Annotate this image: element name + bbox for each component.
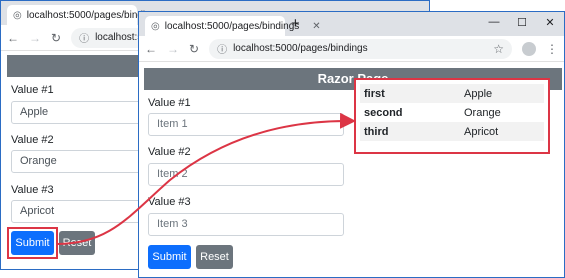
navigation-bar: ← → ↻ ⓘ localhost:5000/pages/bindings ☆ …: [139, 36, 564, 62]
reset-button[interactable]: Reset: [59, 231, 95, 255]
result-key: third: [360, 122, 460, 141]
result-key: second: [364, 106, 403, 119]
maximize-icon[interactable]: ☐: [508, 16, 536, 29]
table-row: third Apricot: [360, 122, 544, 141]
forward-arrow-icon[interactable]: →: [29, 31, 41, 45]
table-row: second Orange: [360, 103, 544, 122]
value-1-label: Value #1: [11, 84, 54, 96]
forward-arrow-icon[interactable]: →: [167, 42, 179, 56]
new-tab-button[interactable]: +: [291, 15, 300, 32]
window-controls: — ☐ ✕: [480, 16, 564, 29]
value-2-label: Value #2: [148, 146, 191, 158]
minimize-icon[interactable]: —: [480, 16, 508, 29]
results-table-highlight: first Apple second Orange third Apricot: [354, 78, 550, 154]
table-row: first Apple: [360, 84, 544, 103]
submit-highlight-box: [7, 227, 58, 259]
result-key: first: [360, 84, 460, 103]
value-3-input[interactable]: Item 3: [148, 213, 344, 236]
address-bar[interactable]: ⓘ localhost:5000/pages/bindings ☆: [209, 38, 512, 59]
reset-button[interactable]: Reset: [196, 245, 233, 269]
value-3-label: Value #3: [148, 196, 191, 208]
value-2-label: Value #2: [11, 134, 54, 146]
info-icon: ⓘ: [79, 34, 90, 45]
tab-bar: ◎ localhost:5000/pages/bindings ✕ + — ☐ …: [139, 12, 564, 36]
globe-icon: ◎: [13, 9, 22, 21]
result-value: Orange: [464, 106, 501, 119]
browser-tab[interactable]: ◎ localhost:5000/pages/bindings ✕: [145, 16, 321, 36]
info-icon: ⓘ: [217, 45, 228, 56]
profile-avatar[interactable]: [522, 41, 536, 56]
results-table: first Apple second Orange third Apricot: [360, 84, 544, 141]
tab-title: localhost:5000/pages/bindings: [164, 20, 300, 32]
back-arrow-icon[interactable]: ←: [7, 31, 19, 45]
browser-tab[interactable]: ◎ localhost:5000/pages/bindings: [7, 5, 161, 25]
submit-button[interactable]: Submit: [148, 245, 191, 269]
result-value: Apple: [460, 84, 544, 103]
value-1-input[interactable]: Item 1: [148, 113, 344, 136]
bookmark-star-icon[interactable]: ☆: [493, 42, 504, 56]
reload-icon[interactable]: ↻: [189, 42, 199, 56]
close-tab-icon[interactable]: ✕: [312, 21, 320, 32]
front-browser-window: ◎ localhost:5000/pages/bindings ✕ + — ☐ …: [138, 11, 565, 278]
back-arrow-icon[interactable]: ←: [145, 42, 157, 56]
menu-icon[interactable]: ⋮: [546, 42, 558, 56]
close-icon[interactable]: ✕: [536, 16, 564, 29]
value-3-label: Value #3: [11, 184, 54, 196]
globe-icon: ◎: [151, 20, 160, 32]
reload-icon[interactable]: ↻: [51, 31, 61, 45]
address-url: localhost:5000/pages/bindings: [233, 43, 368, 54]
value-2-input[interactable]: Item 2: [148, 163, 344, 186]
result-value: Apricot: [460, 122, 544, 141]
value-1-label: Value #1: [148, 97, 191, 109]
